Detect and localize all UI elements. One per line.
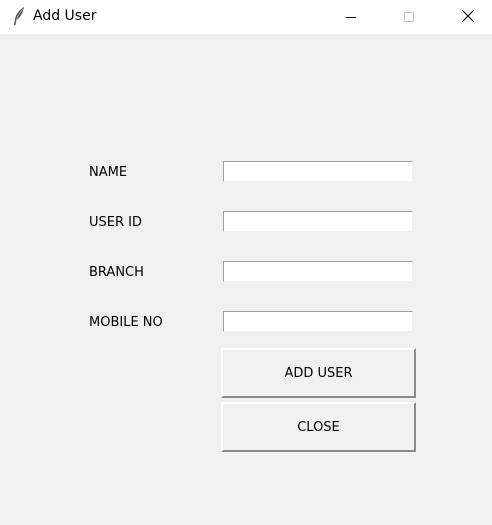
- add-user-window: Add User NAME USER ID BRANCH MOBILE NO A…: [0, 0, 492, 525]
- title-bar[interactable]: Add User: [0, 0, 492, 34]
- mobile-no-label: MOBILE NO: [89, 315, 163, 330]
- mobile-no-input[interactable]: [223, 311, 413, 332]
- name-label: NAME: [89, 165, 128, 180]
- maximize-icon: [403, 8, 415, 27]
- close-icon: [461, 8, 475, 27]
- minimize-button[interactable]: [328, 0, 374, 34]
- add-user-button[interactable]: ADD USER: [221, 348, 416, 398]
- branch-input[interactable]: [223, 261, 413, 282]
- branch-label: BRANCH: [89, 265, 144, 280]
- minimize-icon: [345, 8, 357, 27]
- name-input[interactable]: [223, 161, 413, 182]
- window-title: Add User: [33, 8, 97, 24]
- feather-icon: [11, 6, 27, 26]
- user-id-input[interactable]: [223, 211, 413, 232]
- close-window-button[interactable]: [445, 0, 491, 34]
- user-id-label: USER ID: [89, 215, 142, 230]
- close-button[interactable]: CLOSE: [221, 402, 416, 452]
- maximize-button[interactable]: [386, 0, 432, 34]
